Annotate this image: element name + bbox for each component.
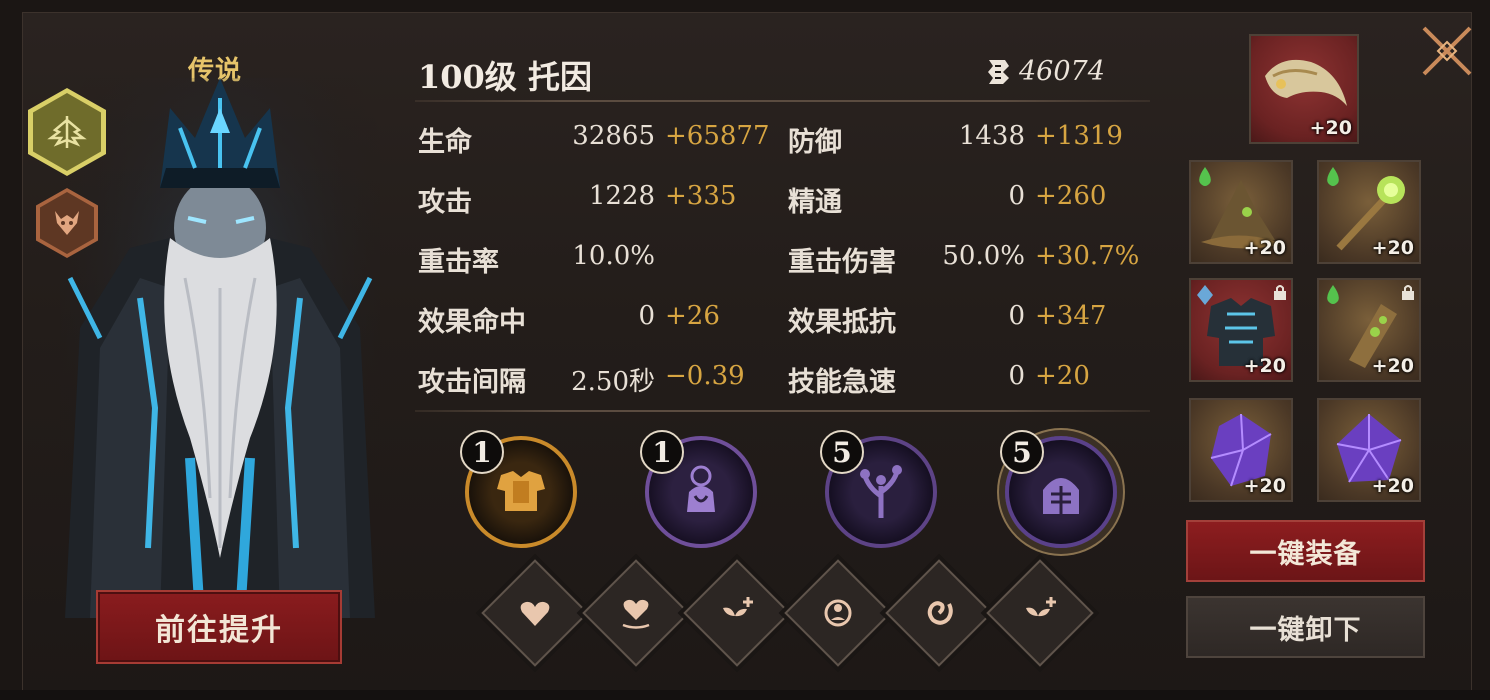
faction-badge-inner	[40, 192, 94, 254]
stat-base: 1228	[588, 181, 655, 211]
cycle-rune-icon	[824, 599, 852, 627]
stat-base: 10.0%	[572, 241, 655, 271]
green-gem-icon	[1199, 167, 1211, 186]
blue-gem-icon	[1197, 285, 1213, 305]
power-icon	[988, 59, 1009, 84]
stat-base: 50.0%	[942, 241, 1025, 271]
skill-3-level: 5	[820, 430, 864, 474]
equipment-slot-2[interactable]: +20	[1317, 160, 1421, 264]
stat-bonus: +30.7%	[1035, 241, 1140, 271]
skill-1-level: 1	[460, 430, 504, 474]
stat-name: 生命	[418, 127, 472, 158]
stat-name: 效果抵抗	[788, 307, 896, 338]
equipment-level: +20	[1371, 475, 1414, 497]
stat-name: 精通	[788, 187, 842, 218]
unequip-all-button[interactable]: 一键卸下	[1186, 596, 1425, 658]
lock-icon	[1274, 285, 1286, 300]
stat-bonus: +1319	[1035, 121, 1123, 151]
lock-icon	[1402, 285, 1414, 300]
stat-base: 0	[638, 301, 655, 331]
skill-4-level: 5	[1000, 430, 1044, 474]
stat-base: 1438	[958, 121, 1025, 151]
hero-name-level: 100级 托因	[418, 58, 592, 96]
equipment-level: +20	[1243, 355, 1286, 377]
green-gem-icon	[1327, 285, 1339, 304]
equipment-level: +20	[1243, 237, 1286, 259]
close-icon[interactable]	[1418, 22, 1476, 80]
equipment-level: +20	[1371, 355, 1414, 377]
skill-2-level: 1	[640, 430, 684, 474]
swirl-rune-icon	[927, 601, 953, 625]
stat-name: 防御	[788, 127, 842, 158]
stat-bonus: −0.39	[665, 361, 745, 391]
equipment-slot-5[interactable]: +20	[1189, 398, 1293, 502]
stat-base: 2.50秒	[571, 367, 655, 397]
equipment-slot-6[interactable]: +20	[1317, 398, 1421, 502]
equipment-slot-1[interactable]: +20	[1189, 160, 1293, 264]
stat-name: 攻击间隔	[418, 367, 526, 398]
heart-water-rune-icon	[622, 599, 650, 629]
gnome-skill-icon	[687, 465, 715, 512]
stat-bonus: +26	[665, 301, 720, 331]
wings-class-icon	[47, 116, 87, 148]
stats-divider	[415, 410, 1150, 412]
armor-skill-icon	[497, 471, 545, 511]
stat-name: 攻击	[418, 187, 472, 218]
heart-rune-icon	[520, 601, 550, 626]
demon-faction-icon	[55, 211, 79, 235]
helmet-skill-icon	[1043, 478, 1079, 514]
green-gem-icon	[1327, 167, 1339, 186]
stat-bonus: +20	[1035, 361, 1090, 391]
combat-power-value: 46074	[1019, 56, 1105, 87]
sprout-plus-rune-icon	[1026, 597, 1056, 628]
stat-bonus: +65877	[665, 121, 770, 151]
sprout-plus-rune-icon	[723, 597, 753, 628]
equip-all-button[interactable]: 一键装备	[1186, 520, 1425, 582]
stat-base: 0	[1008, 361, 1025, 391]
equipment-slot-4[interactable]: +20	[1317, 278, 1421, 382]
stat-base: 0	[1008, 181, 1025, 211]
stat-bonus: +335	[665, 181, 737, 211]
equipment-level: +20	[1243, 475, 1286, 497]
stat-bonus: +260	[1035, 181, 1107, 211]
tree-skill-icon	[860, 465, 902, 518]
combat-power: 46074	[985, 56, 1105, 87]
class-badge-inner	[33, 93, 101, 171]
stat-name: 技能急速	[788, 367, 896, 398]
hero-portrait	[60, 78, 380, 618]
stat-name: 效果命中	[418, 307, 526, 338]
artifact-level: +20	[1309, 117, 1352, 139]
bottom-strip	[0, 690, 1490, 700]
go-upgrade-button[interactable]: 前往提升	[96, 590, 342, 664]
equipment-level: +20	[1371, 237, 1414, 259]
header-divider	[415, 100, 1150, 102]
equipment-slot-3[interactable]: +20	[1189, 278, 1293, 382]
stat-base: 32865	[572, 121, 655, 151]
stat-base: 0	[1008, 301, 1025, 331]
stat-name: 重击率	[418, 247, 499, 278]
artifact-slot[interactable]: +20	[1249, 34, 1359, 144]
stat-name: 重击伤害	[788, 247, 896, 278]
stat-bonus: +347	[1035, 301, 1107, 331]
